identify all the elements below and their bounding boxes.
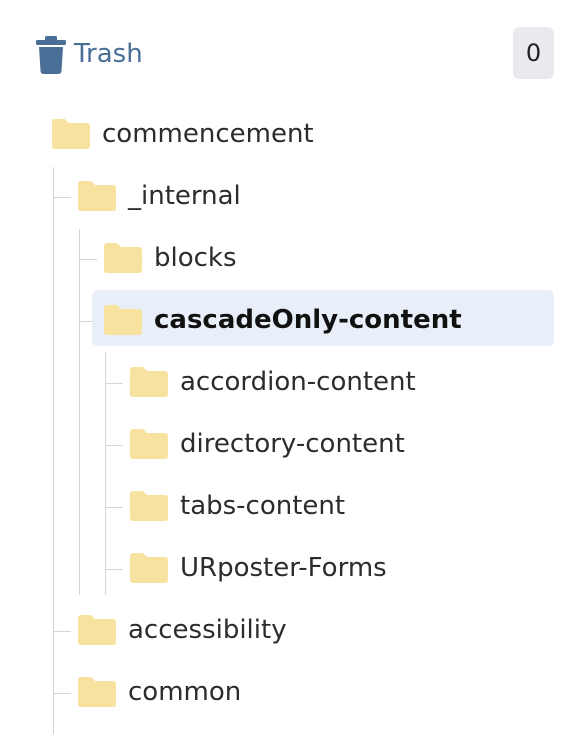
tree-item-label: common <box>128 677 242 707</box>
tree-item-label: accessibility <box>128 615 287 645</box>
tree-item-label: blocks <box>154 243 237 273</box>
folder-icon <box>130 429 168 459</box>
tree-item-label: accordion-content <box>180 367 416 397</box>
tree-item-label: commencement <box>102 119 314 149</box>
tree-item-cascadeonly-content[interactable]: cascadeOnly-content <box>102 292 462 348</box>
folder-icon <box>78 181 116 211</box>
folder-icon <box>130 367 168 397</box>
folder-icon <box>104 243 142 273</box>
trash-icon <box>36 36 66 74</box>
tree-item-label: tabs-content <box>180 491 346 521</box>
tree-item-tabs-content[interactable]: tabs-content <box>128 478 345 534</box>
tree-item-urposter-forms[interactable]: URposter-Forms <box>128 540 387 596</box>
folder-icon <box>130 491 168 521</box>
folder-icon <box>78 615 116 645</box>
tree-guide-line <box>53 693 71 694</box>
tree-guide-line <box>53 197 71 198</box>
tree-item-blocks[interactable]: blocks <box>102 230 237 286</box>
trash-link[interactable]: Trash <box>36 30 143 78</box>
folder-icon <box>104 305 142 335</box>
trash-count-badge: 0 <box>513 27 554 79</box>
folder-icon <box>130 553 168 583</box>
tree-guide-line <box>53 167 54 734</box>
trash-label: Trash <box>74 39 143 69</box>
tree-item-accessibility[interactable]: accessibility <box>76 602 287 658</box>
tree-item-common[interactable]: common <box>76 664 241 720</box>
tree-item-label: directory-content <box>180 429 405 459</box>
folder-icon <box>78 677 116 707</box>
tree-guide-line <box>53 631 71 632</box>
tree-guide-line <box>105 352 106 595</box>
tree-item-label: cascadeOnly-content <box>154 305 462 335</box>
folder-icon <box>52 119 90 149</box>
tree-item-label: URposter-Forms <box>180 553 387 583</box>
tree-item-accordion-content[interactable]: accordion-content <box>128 354 416 410</box>
tree-item-directory-content[interactable]: directory-content <box>128 416 405 472</box>
tree-guide-line <box>79 229 80 595</box>
tree-guide-line <box>105 445 123 446</box>
tree-guide-line <box>79 259 97 260</box>
tree-item-label: _internal <box>128 181 241 211</box>
tree-guide-line <box>105 569 123 570</box>
tree-guide-line <box>105 507 123 508</box>
tree-item-commencement[interactable]: commencement <box>50 106 314 162</box>
tree-guide-line <box>105 383 123 384</box>
tree-item-internal[interactable]: _internal <box>76 168 241 224</box>
tree-guide-line <box>79 321 93 322</box>
